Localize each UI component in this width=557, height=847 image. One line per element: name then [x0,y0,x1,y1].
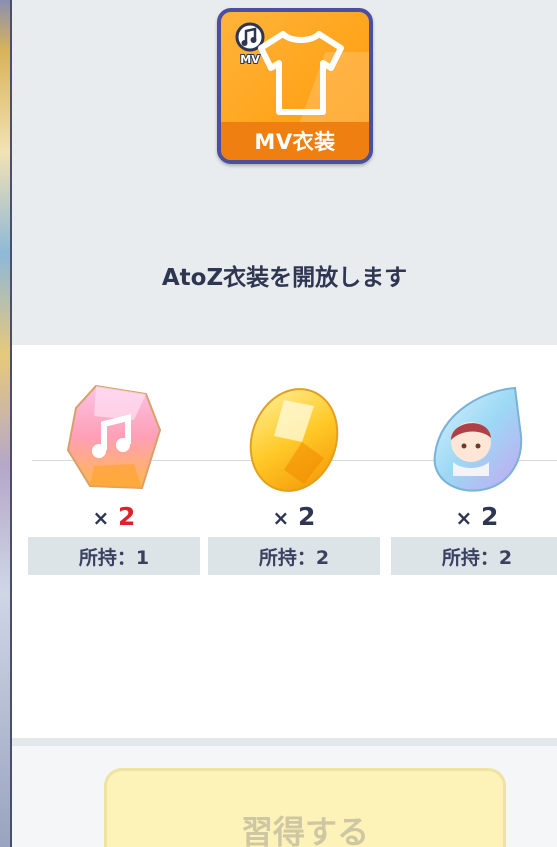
yellow-gem-icon [249,388,339,492]
background-strip [0,0,12,847]
mv-costume-label: MV衣装 [221,122,369,160]
owned-count: 所持：2 [208,537,380,575]
required-count: × 2 [208,502,380,531]
multiplier-sign: × [455,506,473,530]
character-drop-gem-icon [433,386,523,492]
dialog-header: MV MV衣装 AtoZ衣装を開放します [12,0,557,345]
unlock-dialog: MV MV衣装 AtoZ衣装を開放します × 2 所持：1 × 2 所持：2 ×… [12,0,557,847]
required-count-value: 2 [118,502,136,531]
material-item: × 2 所持：2 [391,380,557,576]
learn-button[interactable]: 習得する [104,768,506,847]
required-count-value: 2 [481,502,499,531]
material-item: × 2 所持：1 [28,380,200,576]
dialog-title: AtoZ衣装を開放します [161,265,408,291]
t-shirt-icon [258,31,344,115]
multiplier-sign: × [272,506,290,530]
owned-count: 所持：2 [391,537,557,575]
footer-divider [12,738,557,746]
required-count: × 2 [28,502,200,531]
mv-costume-icon: MV MV衣装 [217,8,373,164]
material-item: × 2 所持：2 [208,380,380,576]
owned-count: 所持：1 [28,537,200,575]
multiplier-sign: × [92,506,110,530]
required-count: × 2 [391,502,557,531]
music-note-gem-icon [66,384,162,490]
required-count-value: 2 [298,502,316,531]
